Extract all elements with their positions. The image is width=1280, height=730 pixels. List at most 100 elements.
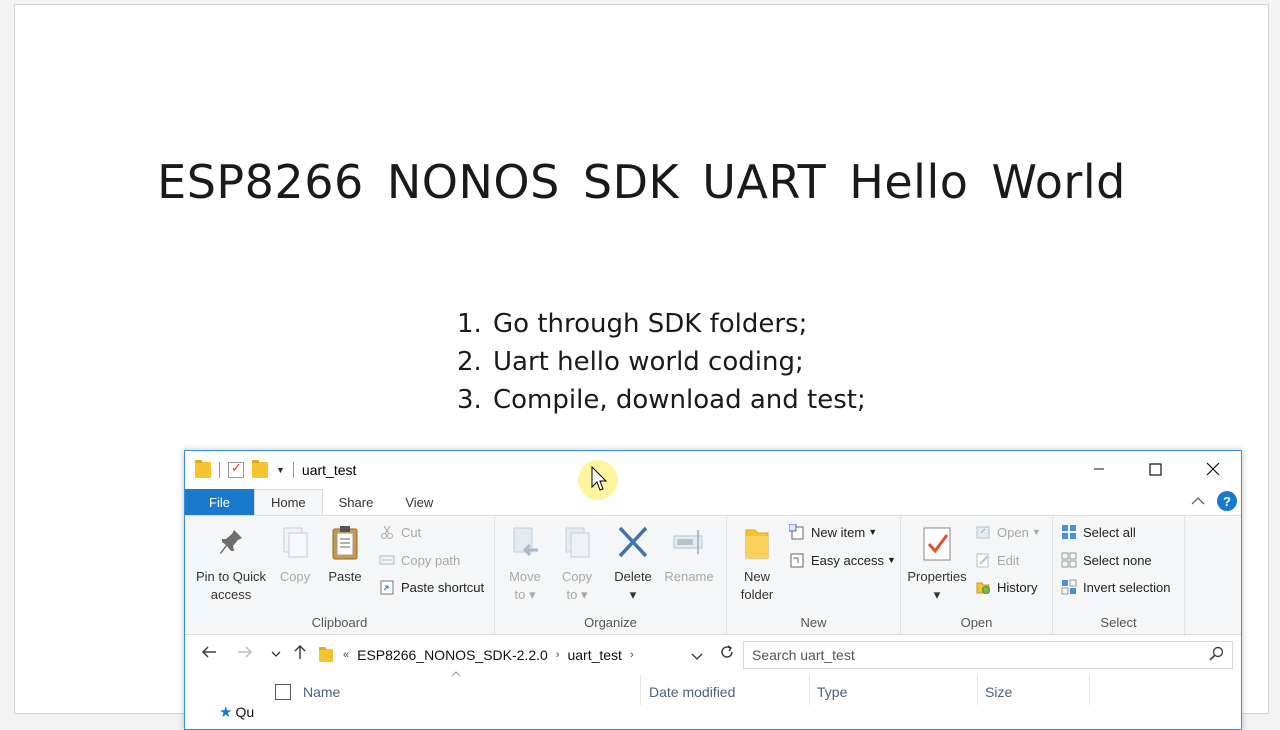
chevron-right-icon[interactable]: › [556, 649, 560, 661]
select-all-button[interactable]: Select all [1061, 524, 1136, 540]
history-button[interactable]: History [975, 579, 1037, 595]
up-button[interactable] [293, 644, 307, 665]
group-label: Organize [584, 615, 637, 630]
new-item-dropdown[interactable]: New item ▼ [789, 524, 877, 540]
paste-button[interactable]: Paste [323, 524, 367, 586]
select-none-button[interactable]: Select none [1061, 552, 1152, 568]
maximize-button[interactable] [1127, 451, 1184, 487]
rename-icon [673, 530, 703, 554]
column-divider[interactable] [640, 675, 641, 705]
close-button[interactable] [1184, 451, 1241, 487]
copy-to-dropdown: to ▾ [566, 587, 588, 602]
folder-icon [195, 460, 211, 478]
column-header-type[interactable]: Type [817, 684, 847, 700]
ribbon-right-controls: ? [1191, 491, 1237, 511]
paste-shortcut-button[interactable]: Paste shortcut [379, 579, 484, 595]
search-input[interactable]: Search uart_test [743, 641, 1233, 669]
properties-icon [923, 527, 951, 561]
cut-button[interactable]: Cut [379, 524, 421, 540]
edit-button[interactable]: Edit [975, 552, 1019, 568]
minimize-ribbon-chevron-up-icon[interactable] [1191, 493, 1205, 509]
new-group: New folder New item ▼ Easy access ▼ New [727, 516, 901, 636]
copy-to-button[interactable]: Copy to ▾ [557, 524, 597, 604]
help-icon[interactable]: ? [1217, 491, 1237, 511]
minimize-button[interactable] [1070, 451, 1127, 487]
history-icon [976, 582, 990, 594]
forward-button[interactable] [237, 645, 253, 664]
breadcrumb-esp8266-nonos-sdk[interactable]: ESP8266_NONOS_SDK-2.2.0 [357, 647, 548, 663]
rename-button[interactable]: Rename [661, 524, 717, 586]
recent-locations-button[interactable] [271, 646, 281, 664]
arrow-left-icon [202, 646, 216, 658]
address-history-dropdown[interactable] [691, 648, 703, 664]
column-header-name[interactable]: Name [303, 684, 340, 700]
tab-view[interactable]: View [389, 489, 449, 515]
tab-file[interactable]: File [185, 489, 254, 515]
chevron-down-icon: ▼ [1031, 527, 1041, 537]
move-to-icon [513, 527, 538, 557]
sort-caret-up-icon [451, 669, 461, 680]
back-button[interactable] [201, 645, 217, 664]
invert-selection-icon [1061, 579, 1077, 595]
new-folder-icon [745, 529, 769, 559]
tab-share[interactable]: Share [323, 489, 390, 515]
properties-icon[interactable] [228, 460, 244, 478]
copy-path-button[interactable]: Copy path [379, 552, 460, 568]
toolbar-separator [219, 462, 220, 478]
list-item: 1. Go through SDK folders; [457, 309, 808, 339]
delete-button[interactable]: Delete ▾ [609, 524, 657, 604]
open-dropdown[interactable]: Open ▼ [975, 524, 1041, 540]
pin-icon [220, 530, 242, 554]
properties-dropdown-icon: ▾ [933, 587, 941, 602]
column-header-date-modified[interactable]: Date modified [649, 684, 735, 700]
new-item-icon [789, 524, 804, 540]
chevron-down-icon [271, 651, 281, 657]
properties-button[interactable]: Properties ▾ [905, 524, 969, 604]
toolbar-separator [292, 462, 294, 478]
delete-dropdown-icon: ▾ [629, 587, 637, 602]
column-divider[interactable] [1089, 675, 1090, 705]
ribbon: Pin to Quick access Copy Paste Cut Copy … [185, 515, 1241, 636]
paste-icon [332, 526, 358, 560]
delete-x-icon [618, 526, 648, 558]
invert-selection-button[interactable]: Invert selection [1061, 579, 1170, 595]
group-label: Select [1100, 615, 1137, 630]
select-group: Select all Select none Invert selection … [1053, 516, 1185, 636]
chevron-down-icon: ▼ [868, 527, 878, 537]
customize-toolbar-dropdown-icon[interactable]: ▼ [276, 465, 285, 475]
new-folder-button[interactable]: New folder [735, 524, 779, 604]
chevron-right-icon[interactable]: › [630, 649, 634, 661]
select-all-icon [1062, 525, 1076, 539]
edit-icon [976, 553, 989, 568]
group-label: New [800, 615, 827, 630]
column-divider[interactable] [977, 675, 978, 705]
chevron-double-left-icon[interactable]: « [343, 649, 349, 661]
scissors-icon [381, 525, 393, 539]
select-none-icon [1061, 552, 1077, 568]
search-icon [1208, 646, 1224, 665]
title-bar[interactable]: ▼ uart_test [185, 451, 1241, 489]
column-divider[interactable] [809, 675, 810, 705]
address-row: « ESP8266_NONOS_SDK-2.2.0 › uart_test › … [185, 635, 1241, 675]
easy-access-dropdown[interactable]: Easy access ▼ [789, 552, 896, 568]
file-explorer-window[interactable]: ▼ uart_test File Home Share View ? [184, 450, 1242, 730]
move-to-button[interactable]: Move to ▾ [505, 524, 545, 604]
new-folder-icon[interactable] [252, 460, 268, 478]
address-bar[interactable]: « ESP8266_NONOS_SDK-2.2.0 › uart_test › [319, 641, 713, 669]
pin-to-quick-access-button[interactable]: Pin to Quick access [193, 524, 269, 604]
nav-pane-quick-access[interactable]: ★ Qu [219, 703, 254, 721]
copy-button[interactable]: Copy [273, 524, 317, 586]
slide-bullet-list: 1. Go through SDK folders; 2. Uart hello w… [457, 305, 866, 419]
tab-home[interactable]: Home [253, 489, 323, 515]
minimize-icon [1093, 468, 1104, 470]
breadcrumb-uart-test[interactable]: uart_test [567, 647, 621, 663]
copy-to-icon [565, 527, 590, 558]
chevron-down-icon [691, 653, 703, 660]
column-header-size[interactable]: Size [985, 684, 1012, 700]
refresh-button[interactable] [719, 644, 735, 665]
folder-icon [319, 646, 333, 662]
open-icon [976, 526, 990, 539]
mouse-pointer-icon [591, 466, 607, 491]
select-all-checkbox[interactable] [275, 684, 291, 700]
chevron-down-icon: ▼ [886, 555, 896, 565]
